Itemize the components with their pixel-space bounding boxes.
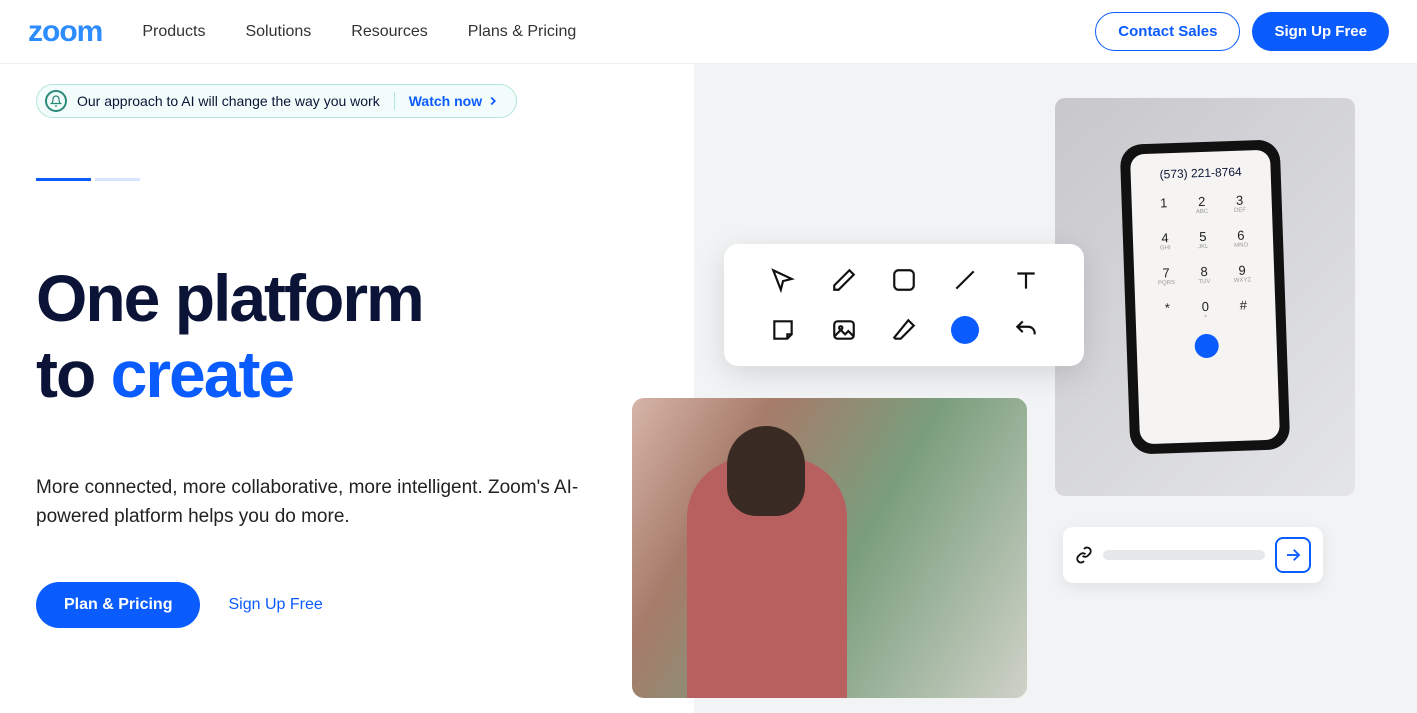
banner-watch-link[interactable]: Watch now — [409, 93, 500, 109]
hero-right: (573) 221-8764 1 2ABC 3DEF 4GHI 5JKL 6MN… — [694, 64, 1417, 713]
main-nav: Products Solutions Resources Plans & Pri… — [142, 23, 576, 41]
nav-plans-pricing[interactable]: Plans & Pricing — [468, 23, 577, 41]
dialkey-1: 1 — [1147, 191, 1180, 221]
progress-seg-1 — [36, 178, 91, 181]
dial-number: (573) 221-8764 — [1136, 164, 1264, 182]
color-fill-icon[interactable] — [951, 316, 979, 344]
nav-resources[interactable]: Resources — [351, 23, 427, 41]
hero-subtitle: More connected, more collaborative, more… — [36, 473, 596, 532]
nav-products[interactable]: Products — [142, 23, 205, 41]
contact-sales-button[interactable]: Contact Sales — [1095, 12, 1240, 51]
dialkey-6: 6MNO — [1224, 223, 1257, 253]
phone-image: (573) 221-8764 1 2ABC 3DEF 4GHI 5JKL 6MN… — [1055, 98, 1355, 496]
dialkey-0: 0+ — [1189, 294, 1222, 324]
banner-text: Our approach to AI will change the way y… — [77, 93, 380, 109]
banner-divider — [394, 92, 395, 110]
plan-pricing-button[interactable]: Plan & Pricing — [36, 582, 200, 628]
share-link-card — [1063, 527, 1323, 583]
square-icon[interactable] — [890, 266, 918, 294]
link-placeholder-bar — [1103, 550, 1265, 560]
person-tablet-image — [632, 398, 1027, 698]
dialkey-7: 7PQRS — [1150, 261, 1183, 291]
zoom-logo[interactable]: zoom — [28, 15, 102, 49]
dialkey-3: 3DEF — [1223, 188, 1256, 218]
dialkey-9: 9WXYZ — [1226, 258, 1259, 288]
hero-title-accent: create — [111, 337, 294, 411]
send-link-button[interactable] — [1275, 537, 1311, 573]
dialkey-8: 8TUV — [1188, 259, 1221, 289]
dialkey-5: 5JKL — [1186, 224, 1219, 254]
text-icon[interactable] — [1012, 266, 1040, 294]
dialkey-star: * — [1151, 296, 1184, 326]
nav-solutions[interactable]: Solutions — [245, 23, 311, 41]
phone-frame: (573) 221-8764 1 2ABC 3DEF 4GHI 5JKL 6MN… — [1120, 139, 1291, 454]
main-header: zoom Products Solutions Resources Plans … — [0, 0, 1417, 64]
call-button-icon — [1194, 334, 1219, 359]
chevron-right-icon — [486, 94, 500, 108]
banner-link-label: Watch now — [409, 93, 482, 109]
sticky-note-icon[interactable] — [769, 316, 797, 344]
dialkey-4: 4GHI — [1149, 226, 1182, 256]
dialkey-2: 2ABC — [1185, 190, 1218, 220]
pencil-icon[interactable] — [830, 266, 858, 294]
header-actions: Contact Sales Sign Up Free — [1095, 12, 1389, 51]
bell-icon — [45, 90, 67, 112]
hero-left: Our approach to AI will change the way y… — [0, 64, 694, 713]
dialkey-hash: # — [1227, 293, 1260, 323]
hero-title-line1: One platform — [36, 261, 423, 335]
announcement-banner[interactable]: Our approach to AI will change the way y… — [36, 84, 517, 118]
image-icon[interactable] — [830, 316, 858, 344]
page-body: Our approach to AI will change the way y… — [0, 64, 1417, 713]
link-icon — [1075, 546, 1093, 564]
sign-up-free-link[interactable]: Sign Up Free — [228, 596, 322, 614]
whiteboard-toolbar — [724, 244, 1084, 366]
dialpad: 1 2ABC 3DEF 4GHI 5JKL 6MNO 7PQRS 8TUV 9W… — [1137, 184, 1270, 330]
hero-title-line2-prefix: to — [36, 337, 111, 411]
cta-row: Plan & Pricing Sign Up Free — [36, 582, 658, 628]
phone-screen: (573) 221-8764 1 2ABC 3DEF 4GHI 5JKL 6MN… — [1130, 150, 1280, 445]
line-icon[interactable] — [951, 266, 979, 294]
undo-icon[interactable] — [1012, 316, 1040, 344]
progress-indicator — [36, 178, 658, 181]
sign-up-free-button[interactable]: Sign Up Free — [1252, 12, 1389, 51]
eraser-icon[interactable] — [890, 316, 918, 344]
hero-title: One platform to create — [36, 261, 658, 413]
arrow-right-icon — [1284, 546, 1302, 564]
progress-seg-2 — [95, 178, 140, 181]
cursor-icon[interactable] — [769, 266, 797, 294]
person-head — [727, 426, 805, 516]
